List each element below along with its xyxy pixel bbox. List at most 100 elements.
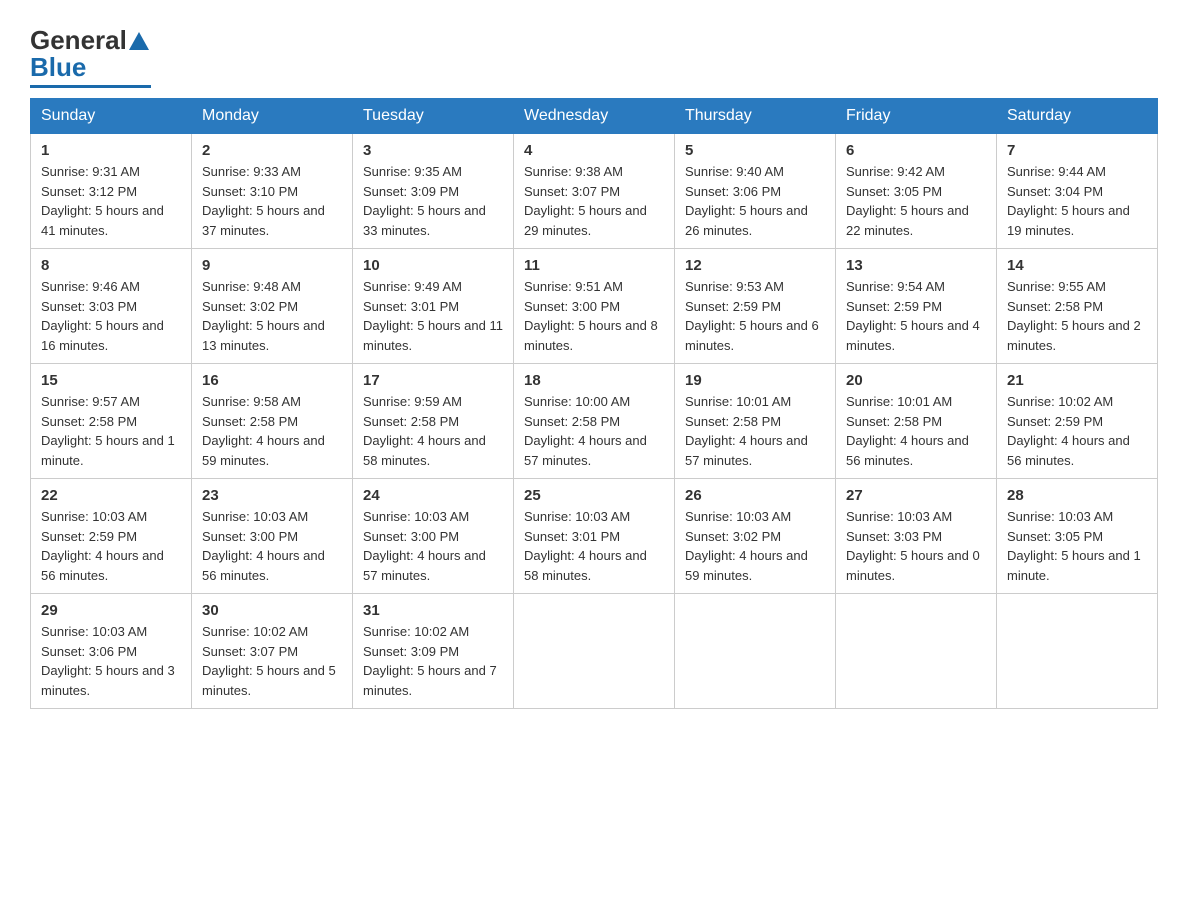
day-info: Sunrise: 10:03 AMSunset: 3:03 PMDaylight… [846, 509, 980, 583]
logo: General Blue [30, 25, 151, 88]
calendar-cell: 17 Sunrise: 9:59 AMSunset: 2:58 PMDaylig… [353, 364, 514, 479]
calendar-week-row: 29 Sunrise: 10:03 AMSunset: 3:06 PMDayli… [31, 594, 1158, 709]
day-number: 31 [363, 602, 503, 619]
calendar-cell: 19 Sunrise: 10:01 AMSunset: 2:58 PMDayli… [675, 364, 836, 479]
day-number: 13 [846, 257, 986, 274]
calendar-week-row: 15 Sunrise: 9:57 AMSunset: 2:58 PMDaylig… [31, 364, 1158, 479]
calendar-cell: 5 Sunrise: 9:40 AMSunset: 3:06 PMDayligh… [675, 134, 836, 249]
calendar-header-friday: Friday [836, 99, 997, 134]
day-number: 18 [524, 372, 664, 389]
day-info: Sunrise: 10:03 AMSunset: 3:06 PMDaylight… [41, 624, 175, 698]
calendar-cell: 31 Sunrise: 10:02 AMSunset: 3:09 PMDayli… [353, 594, 514, 709]
calendar-table: SundayMondayTuesdayWednesdayThursdayFrid… [30, 98, 1158, 709]
calendar-cell: 3 Sunrise: 9:35 AMSunset: 3:09 PMDayligh… [353, 134, 514, 249]
calendar-cell: 27 Sunrise: 10:03 AMSunset: 3:03 PMDayli… [836, 479, 997, 594]
day-info: Sunrise: 10:02 AMSunset: 3:09 PMDaylight… [363, 624, 497, 698]
calendar-header-monday: Monday [192, 99, 353, 134]
day-number: 3 [363, 142, 503, 159]
calendar-cell: 10 Sunrise: 9:49 AMSunset: 3:01 PMDaylig… [353, 249, 514, 364]
day-info: Sunrise: 10:02 AMSunset: 3:07 PMDaylight… [202, 624, 336, 698]
day-info: Sunrise: 10:00 AMSunset: 2:58 PMDaylight… [524, 394, 647, 468]
calendar-cell: 13 Sunrise: 9:54 AMSunset: 2:59 PMDaylig… [836, 249, 997, 364]
calendar-cell: 16 Sunrise: 9:58 AMSunset: 2:58 PMDaylig… [192, 364, 353, 479]
calendar-cell: 20 Sunrise: 10:01 AMSunset: 2:58 PMDayli… [836, 364, 997, 479]
day-info: Sunrise: 9:42 AMSunset: 3:05 PMDaylight:… [846, 164, 969, 238]
day-number: 2 [202, 142, 342, 159]
day-number: 12 [685, 257, 825, 274]
day-number: 22 [41, 487, 181, 504]
calendar-cell: 4 Sunrise: 9:38 AMSunset: 3:07 PMDayligh… [514, 134, 675, 249]
day-number: 24 [363, 487, 503, 504]
calendar-header-row: SundayMondayTuesdayWednesdayThursdayFrid… [31, 99, 1158, 134]
calendar-header-sunday: Sunday [31, 99, 192, 134]
day-number: 25 [524, 487, 664, 504]
day-info: Sunrise: 9:33 AMSunset: 3:10 PMDaylight:… [202, 164, 325, 238]
calendar-cell [836, 594, 997, 709]
day-number: 6 [846, 142, 986, 159]
day-info: Sunrise: 10:03 AMSunset: 3:00 PMDaylight… [202, 509, 325, 583]
day-info: Sunrise: 9:54 AMSunset: 2:59 PMDaylight:… [846, 279, 980, 353]
day-number: 15 [41, 372, 181, 389]
page-header: General Blue [30, 20, 1158, 88]
day-number: 14 [1007, 257, 1147, 274]
calendar-week-row: 1 Sunrise: 9:31 AMSunset: 3:12 PMDayligh… [31, 134, 1158, 249]
calendar-cell: 7 Sunrise: 9:44 AMSunset: 3:04 PMDayligh… [997, 134, 1158, 249]
calendar-cell: 29 Sunrise: 10:03 AMSunset: 3:06 PMDayli… [31, 594, 192, 709]
calendar-week-row: 8 Sunrise: 9:46 AMSunset: 3:03 PMDayligh… [31, 249, 1158, 364]
calendar-cell [997, 594, 1158, 709]
day-info: Sunrise: 9:53 AMSunset: 2:59 PMDaylight:… [685, 279, 819, 353]
day-info: Sunrise: 9:59 AMSunset: 2:58 PMDaylight:… [363, 394, 486, 468]
day-info: Sunrise: 9:46 AMSunset: 3:03 PMDaylight:… [41, 279, 164, 353]
day-number: 9 [202, 257, 342, 274]
day-number: 19 [685, 372, 825, 389]
calendar-cell: 26 Sunrise: 10:03 AMSunset: 3:02 PMDayli… [675, 479, 836, 594]
calendar-cell: 15 Sunrise: 9:57 AMSunset: 2:58 PMDaylig… [31, 364, 192, 479]
day-number: 21 [1007, 372, 1147, 389]
day-info: Sunrise: 10:01 AMSunset: 2:58 PMDaylight… [685, 394, 808, 468]
day-info: Sunrise: 10:03 AMSunset: 3:00 PMDaylight… [363, 509, 486, 583]
calendar-cell: 18 Sunrise: 10:00 AMSunset: 2:58 PMDayli… [514, 364, 675, 479]
day-number: 28 [1007, 487, 1147, 504]
calendar-cell: 23 Sunrise: 10:03 AMSunset: 3:00 PMDayli… [192, 479, 353, 594]
day-number: 23 [202, 487, 342, 504]
calendar-cell: 14 Sunrise: 9:55 AMSunset: 2:58 PMDaylig… [997, 249, 1158, 364]
day-info: Sunrise: 9:55 AMSunset: 2:58 PMDaylight:… [1007, 279, 1141, 353]
calendar-header-tuesday: Tuesday [353, 99, 514, 134]
calendar-cell: 22 Sunrise: 10:03 AMSunset: 2:59 PMDayli… [31, 479, 192, 594]
day-info: Sunrise: 10:03 AMSunset: 2:59 PMDaylight… [41, 509, 164, 583]
calendar-cell [514, 594, 675, 709]
day-number: 30 [202, 602, 342, 619]
day-info: Sunrise: 9:44 AMSunset: 3:04 PMDaylight:… [1007, 164, 1130, 238]
day-info: Sunrise: 9:49 AMSunset: 3:01 PMDaylight:… [363, 279, 503, 353]
day-number: 11 [524, 257, 664, 274]
day-number: 8 [41, 257, 181, 274]
day-info: Sunrise: 10:03 AMSunset: 3:01 PMDaylight… [524, 509, 647, 583]
day-info: Sunrise: 10:03 AMSunset: 3:05 PMDaylight… [1007, 509, 1141, 583]
day-info: Sunrise: 9:51 AMSunset: 3:00 PMDaylight:… [524, 279, 658, 353]
day-number: 1 [41, 142, 181, 159]
calendar-cell: 2 Sunrise: 9:33 AMSunset: 3:10 PMDayligh… [192, 134, 353, 249]
day-info: Sunrise: 9:58 AMSunset: 2:58 PMDaylight:… [202, 394, 325, 468]
day-info: Sunrise: 9:38 AMSunset: 3:07 PMDaylight:… [524, 164, 647, 238]
day-number: 17 [363, 372, 503, 389]
calendar-header-thursday: Thursday [675, 99, 836, 134]
day-number: 16 [202, 372, 342, 389]
calendar-cell: 28 Sunrise: 10:03 AMSunset: 3:05 PMDayli… [997, 479, 1158, 594]
day-number: 4 [524, 142, 664, 159]
calendar-cell [675, 594, 836, 709]
calendar-cell: 12 Sunrise: 9:53 AMSunset: 2:59 PMDaylig… [675, 249, 836, 364]
day-number: 5 [685, 142, 825, 159]
day-info: Sunrise: 10:01 AMSunset: 2:58 PMDaylight… [846, 394, 969, 468]
calendar-cell: 11 Sunrise: 9:51 AMSunset: 3:00 PMDaylig… [514, 249, 675, 364]
day-number: 29 [41, 602, 181, 619]
day-info: Sunrise: 9:31 AMSunset: 3:12 PMDaylight:… [41, 164, 164, 238]
calendar-header-saturday: Saturday [997, 99, 1158, 134]
day-number: 7 [1007, 142, 1147, 159]
calendar-header-wednesday: Wednesday [514, 99, 675, 134]
day-number: 10 [363, 257, 503, 274]
day-info: Sunrise: 9:48 AMSunset: 3:02 PMDaylight:… [202, 279, 325, 353]
day-number: 27 [846, 487, 986, 504]
day-info: Sunrise: 9:35 AMSunset: 3:09 PMDaylight:… [363, 164, 486, 238]
day-info: Sunrise: 10:03 AMSunset: 3:02 PMDaylight… [685, 509, 808, 583]
calendar-cell: 6 Sunrise: 9:42 AMSunset: 3:05 PMDayligh… [836, 134, 997, 249]
